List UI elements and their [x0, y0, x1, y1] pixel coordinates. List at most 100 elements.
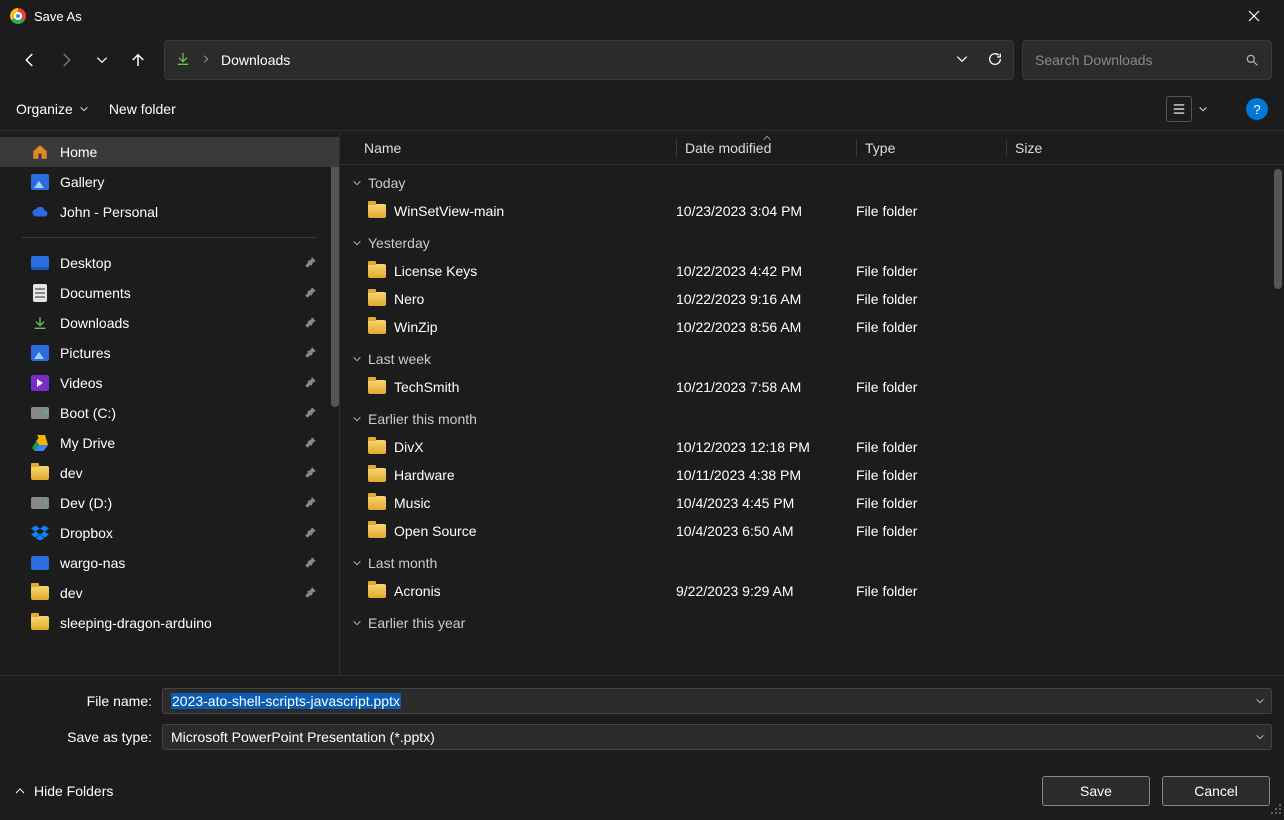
filename-input[interactable]: 2023-ato-shell-scripts-javascript.pptx [162, 688, 1272, 714]
sidebar-item-label: Dropbox [60, 525, 113, 541]
sidebar-item-documents[interactable]: Documents [0, 278, 339, 308]
filename-dropdown[interactable] [1255, 693, 1265, 709]
sidebar-item-label: dev [60, 585, 83, 601]
file-row[interactable]: TechSmith10/21/2023 7:58 AMFile folder [352, 373, 1284, 401]
doc-icon [30, 283, 50, 303]
file-scrollbar[interactable] [1274, 169, 1282, 289]
dropbox-icon [30, 523, 50, 543]
sidebar-item-sleeping-dragon-arduino[interactable]: sleeping-dragon-arduino [0, 608, 339, 638]
nav-recent-button[interactable] [84, 42, 120, 78]
search-input[interactable]: Search Downloads [1022, 40, 1272, 80]
sidebar-item-dev[interactable]: dev [0, 458, 339, 488]
group-header[interactable]: Today [352, 169, 1284, 197]
list-view-icon [1172, 102, 1186, 116]
group-header[interactable]: Last week [352, 345, 1284, 373]
vid-icon [30, 373, 50, 393]
file-row[interactable]: Acronis9/22/2023 9:29 AMFile folder [352, 577, 1284, 605]
close-button[interactable] [1232, 0, 1276, 32]
caret-down-icon [79, 104, 89, 114]
col-date[interactable]: Date modified [676, 140, 856, 156]
cancel-button[interactable]: Cancel [1162, 776, 1270, 806]
file-row[interactable]: DivX10/12/2023 12:18 PMFile folder [352, 433, 1284, 461]
filename-label: File name: [12, 693, 162, 709]
address-dropdown-button[interactable] [955, 52, 969, 69]
organize-menu[interactable]: Organize [16, 101, 89, 117]
main-split: Home Gallery John - Personal DesktopDocume… [0, 130, 1284, 675]
pin-icon [305, 375, 317, 391]
pin-icon [305, 405, 317, 421]
save-button[interactable]: Save [1042, 776, 1150, 806]
folder-icon [30, 463, 50, 483]
new-folder-button[interactable]: New folder [109, 101, 176, 117]
filetype-select[interactable]: Microsoft PowerPoint Presentation (*.ppt… [162, 724, 1272, 750]
chrome-icon [10, 8, 26, 24]
nav-back-button[interactable] [12, 42, 48, 78]
breadcrumb-location[interactable]: Downloads [221, 52, 945, 68]
sidebar-item-home[interactable]: Home [0, 137, 339, 167]
sidebar-item-label: Boot (C:) [60, 405, 116, 421]
search-icon [1245, 53, 1259, 67]
file-row[interactable]: Nero10/22/2023 9:16 AMFile folder [352, 285, 1284, 313]
pin-icon [305, 285, 317, 301]
nas-icon [30, 553, 50, 573]
view-mode-button[interactable] [1166, 96, 1192, 122]
file-pane: Name Date modified Type Size TodayWinSet… [340, 131, 1284, 675]
nav-up-button[interactable] [120, 42, 156, 78]
address-bar[interactable]: Downloads [164, 40, 1014, 80]
chevron-down-icon [352, 354, 362, 364]
file-row[interactable]: Hardware10/11/2023 4:38 PMFile folder [352, 461, 1284, 489]
save-fields: File name: 2023-ato-shell-scripts-javasc… [0, 675, 1284, 762]
resize-grip[interactable] [1270, 802, 1282, 818]
drive-icon [30, 403, 50, 423]
sidebar-item-label: Dev (D:) [60, 495, 112, 511]
group-header[interactable]: Earlier this month [352, 405, 1284, 433]
sidebar-item-pictures[interactable]: Pictures [0, 338, 339, 368]
folder-icon [30, 583, 50, 603]
sidebar-item-dropbox[interactable]: Dropbox [0, 518, 339, 548]
file-row[interactable]: WinSetView-main10/23/2023 3:04 PMFile fo… [352, 197, 1284, 225]
help-button[interactable]: ? [1246, 98, 1268, 120]
col-name[interactable]: Name [356, 140, 676, 156]
folder-icon [368, 320, 386, 334]
view-mode-dropdown[interactable] [1198, 101, 1208, 117]
sidebar-separator [22, 237, 317, 238]
sidebar-item-my-drive[interactable]: My Drive [0, 428, 339, 458]
nav-forward-button[interactable] [48, 42, 84, 78]
col-size[interactable]: Size [1006, 140, 1106, 156]
refresh-button[interactable] [987, 51, 1003, 70]
sidebar-item-label: Gallery [60, 174, 104, 190]
group-header[interactable]: Earlier this year [352, 609, 1284, 637]
sidebar-item-label: Pictures [60, 345, 111, 361]
sidebar-item-label: wargo-nas [60, 555, 125, 571]
folder-icon [368, 468, 386, 482]
folder-icon [368, 584, 386, 598]
drive-icon [30, 493, 50, 513]
sidebar-item-john-personal[interactable]: John - Personal [0, 197, 339, 227]
file-row[interactable]: Open Source10/4/2023 6:50 AMFile folder [352, 517, 1284, 545]
sidebar-item-videos[interactable]: Videos [0, 368, 339, 398]
chevron-down-icon [352, 558, 362, 568]
file-row[interactable]: Music10/4/2023 4:45 PMFile folder [352, 489, 1284, 517]
sidebar-item-downloads[interactable]: Downloads [0, 308, 339, 338]
search-placeholder: Search Downloads [1035, 52, 1245, 68]
footer: Hide Folders Save Cancel [0, 762, 1284, 820]
group-header[interactable]: Yesterday [352, 229, 1284, 257]
folder-icon [368, 524, 386, 538]
group-header[interactable]: Last month [352, 549, 1284, 577]
sidebar-item-desktop[interactable]: Desktop [0, 248, 339, 278]
sidebar-item-boot-c-[interactable]: Boot (C:) [0, 398, 339, 428]
sidebar-item-dev[interactable]: dev [0, 578, 339, 608]
sidebar-item-gallery[interactable]: Gallery [0, 167, 339, 197]
hide-folders-toggle[interactable]: Hide Folders [14, 783, 113, 799]
folder-icon [368, 496, 386, 510]
file-row[interactable]: License Keys10/22/2023 4:42 PMFile folde… [352, 257, 1284, 285]
sidebar-item-label: sleeping-dragon-arduino [60, 615, 212, 631]
downloads-icon [175, 51, 191, 70]
col-type[interactable]: Type [856, 140, 1006, 156]
sidebar-item-wargo-nas[interactable]: wargo-nas [0, 548, 339, 578]
file-row[interactable]: WinZip10/22/2023 8:56 AMFile folder [352, 313, 1284, 341]
sidebar-item-label: Home [60, 144, 97, 160]
sidebar-item-label: Downloads [60, 315, 129, 331]
sidebar-item-dev-d-[interactable]: Dev (D:) [0, 488, 339, 518]
filetype-dropdown[interactable] [1255, 729, 1265, 745]
